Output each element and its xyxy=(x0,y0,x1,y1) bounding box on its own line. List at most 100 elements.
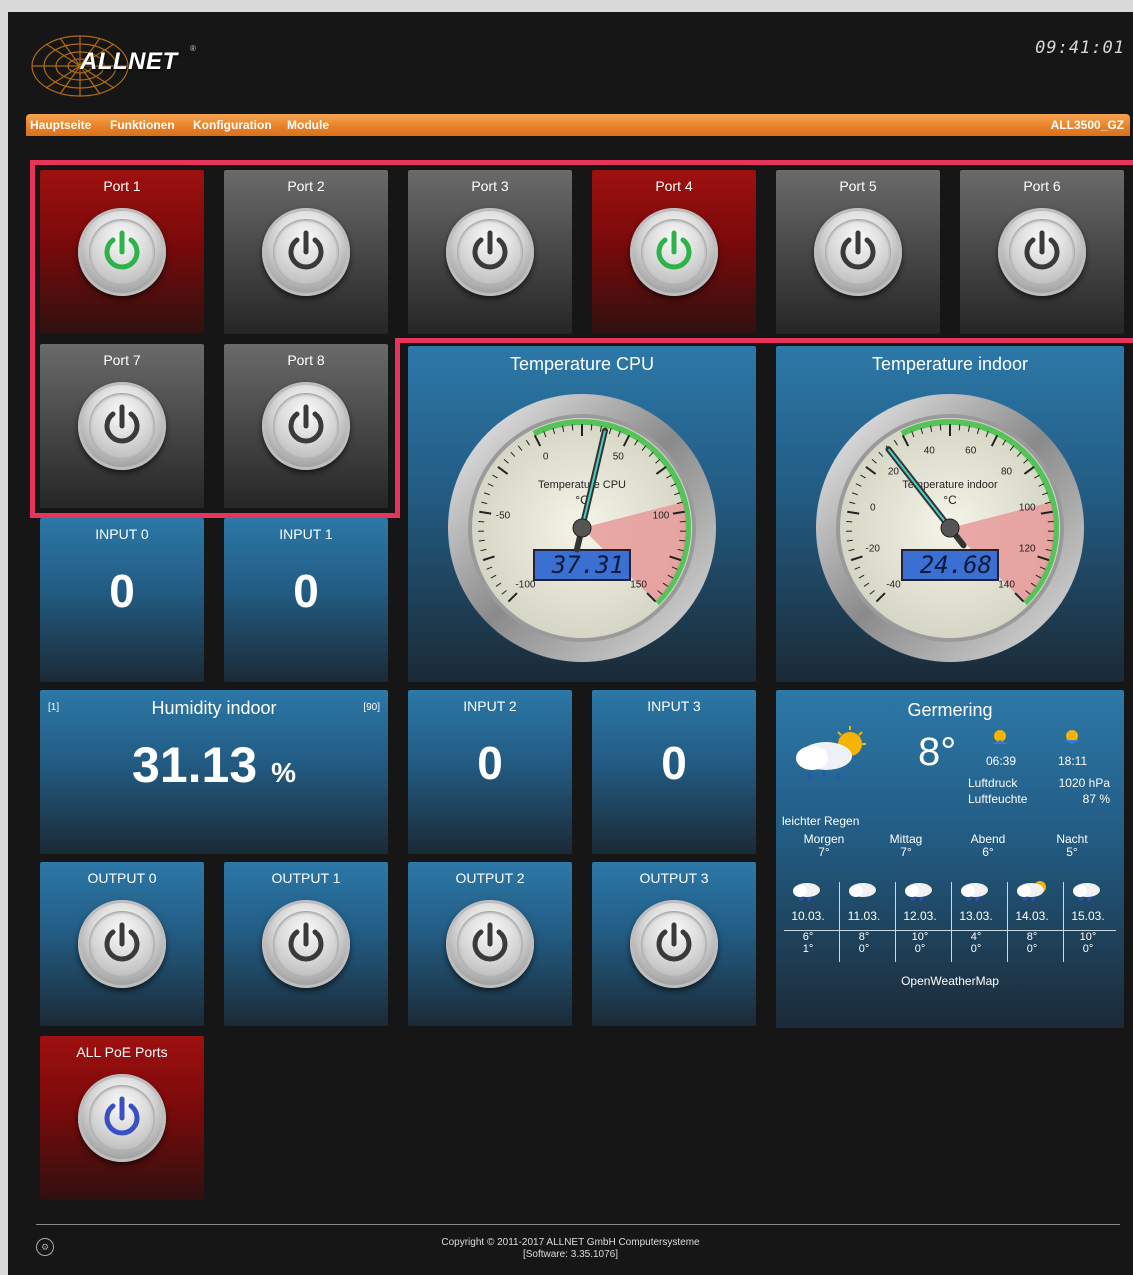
output-tile-0: OUTPUT 0 xyxy=(40,862,204,1026)
port-label: Port 5 xyxy=(839,178,877,194)
footer: Copyright © 2011-2017 ALLNET GmbH Comput… xyxy=(8,1237,1133,1261)
gauge-tick-label: 20 xyxy=(888,466,900,477)
power-icon xyxy=(104,922,140,962)
gauge-tick-label: -100 xyxy=(515,580,535,591)
forecast-date: 10.03. xyxy=(791,909,825,923)
power-icon xyxy=(288,230,324,270)
gauge-tick-label: 120 xyxy=(1019,544,1036,555)
port-3-power-button[interactable] xyxy=(446,208,534,296)
input-value: 0 xyxy=(477,737,503,789)
cloud-rain-icon xyxy=(1073,883,1100,901)
clock: 09:41:01 xyxy=(1035,38,1125,58)
gauge-title: Temperature CPU xyxy=(509,354,655,374)
cloud-rain-icon xyxy=(961,883,988,901)
weather-provider: OpenWeatherMap xyxy=(901,974,999,988)
cloud-rain-icon xyxy=(793,883,820,901)
gauge-tick-label: -40 xyxy=(886,580,901,591)
daypart-name: Mittag xyxy=(889,832,923,846)
gauge-tick-label: 0 xyxy=(870,502,876,513)
nav-funktionen[interactable]: Funktionen xyxy=(110,118,175,132)
gauge-tick xyxy=(939,424,942,431)
port-selection-highlight-step xyxy=(395,338,1133,343)
forecast-separator xyxy=(1007,882,1008,962)
poe-power-button[interactable] xyxy=(78,1074,166,1162)
output-2-power-button[interactable] xyxy=(446,900,534,988)
humidity-value: 31.13 xyxy=(132,737,258,793)
sunrise-time: 06:39 xyxy=(986,754,1017,768)
forecast-date: 11.03. xyxy=(847,909,881,923)
daypart: Mittag 7° xyxy=(878,832,934,858)
gauge-tick xyxy=(571,424,574,431)
power-icon xyxy=(840,230,876,270)
footer-divider xyxy=(36,1224,1120,1225)
gauge-tick-label: -50 xyxy=(496,510,511,521)
gauge-title: Temperature indoor xyxy=(871,354,1029,374)
port-6-power-button[interactable] xyxy=(998,208,1086,296)
forecast-date: 15.03. xyxy=(1071,909,1105,923)
nav-hauptseite[interactable]: Hauptseite xyxy=(30,118,91,132)
humidity-tile: [1] Humidity indoor [90] 31.13 % xyxy=(40,690,388,854)
daypart-name: Nacht xyxy=(1056,832,1088,846)
port-tile-2: Port 2 xyxy=(224,170,388,334)
forecast-day: 13.03. 4° 0° xyxy=(950,878,1002,955)
forecast-separator xyxy=(895,882,896,962)
power-icon xyxy=(1024,230,1060,270)
brand-name: ALLNET xyxy=(80,48,178,75)
daypart-temp: 7° xyxy=(818,845,830,859)
power-icon xyxy=(656,230,692,270)
main-nav: Hauptseite Funktionen Konfiguration Modu… xyxy=(26,114,1130,136)
forecast-separator xyxy=(839,882,840,962)
nav-module[interactable]: Module xyxy=(287,118,329,132)
output-3-power-button[interactable] xyxy=(630,900,718,988)
port-label: Port 8 xyxy=(287,352,325,368)
gauge-face-label: Temperature CPU xyxy=(538,479,626,491)
gauge-tick-label: 150 xyxy=(630,580,647,591)
input-tile-1: INPUT 1 0 xyxy=(224,518,388,682)
input-label: INPUT 3 xyxy=(647,698,701,714)
output-0-power-button[interactable] xyxy=(78,900,166,988)
port-8-power-button[interactable] xyxy=(262,382,350,470)
input-tile-2: INPUT 2 0 xyxy=(408,690,572,854)
gauge-tick-label: 0 xyxy=(543,452,549,463)
humidity-max: [90] xyxy=(363,702,380,713)
gauge-unit: °C xyxy=(943,493,957,507)
port-5-power-button[interactable] xyxy=(814,208,902,296)
output-label: OUTPUT 0 xyxy=(87,870,157,886)
port-label: Port 1 xyxy=(103,178,141,194)
output-label: OUTPUT 2 xyxy=(455,870,525,886)
pressure-value: 1020 hPa xyxy=(1058,776,1110,790)
port-7-power-button[interactable] xyxy=(78,382,166,470)
port-2-power-button[interactable] xyxy=(262,208,350,296)
forecast-separator xyxy=(1063,882,1064,962)
forecast-date: 13.03. xyxy=(959,909,993,923)
footer-software: [Software: 3.35.1076] xyxy=(522,1249,619,1260)
nav-konfiguration[interactable]: Konfiguration xyxy=(193,118,272,132)
sunrise-icon xyxy=(992,730,1008,744)
gauge-hub xyxy=(572,518,592,538)
forecast-min: 1° xyxy=(802,943,814,955)
daypart: Nacht 5° xyxy=(1044,832,1100,858)
forecast-min: 0° xyxy=(914,943,926,955)
port-1-power-button[interactable] xyxy=(78,208,166,296)
port-tile-5: Port 5 xyxy=(776,170,940,334)
gauge-tick-label: 80 xyxy=(1001,466,1013,477)
daypart-name: Morgen xyxy=(803,832,845,846)
humidity-value-weather: 87 % xyxy=(1082,792,1110,806)
forecast-date: 14.03. xyxy=(1015,909,1049,923)
power-icon xyxy=(472,230,508,270)
input-value: 0 xyxy=(109,565,135,617)
app-window: ALLNET ® 09:41:01 Hauptseite Funktionen … xyxy=(8,12,1133,1275)
cloud-rain-icon xyxy=(1017,881,1046,901)
output-1-power-button[interactable] xyxy=(262,900,350,988)
forecast-max: 10° xyxy=(911,931,929,943)
port-tile-1: Port 1 xyxy=(40,170,204,334)
port-tile-4: Port 4 xyxy=(592,170,756,334)
port-tile-8: Port 8 xyxy=(224,344,388,508)
weather-temperature: 8° xyxy=(918,730,957,774)
port-4-power-button[interactable] xyxy=(630,208,718,296)
gauge-tick-label: 100 xyxy=(1019,502,1036,513)
power-icon xyxy=(656,922,692,962)
sunset-icon xyxy=(1064,730,1080,744)
gauge-tile-indoor: Temperature indoor -40 -20 0 20 40 60 80 100 120… xyxy=(776,346,1124,682)
port-label: Port 2 xyxy=(287,178,325,194)
